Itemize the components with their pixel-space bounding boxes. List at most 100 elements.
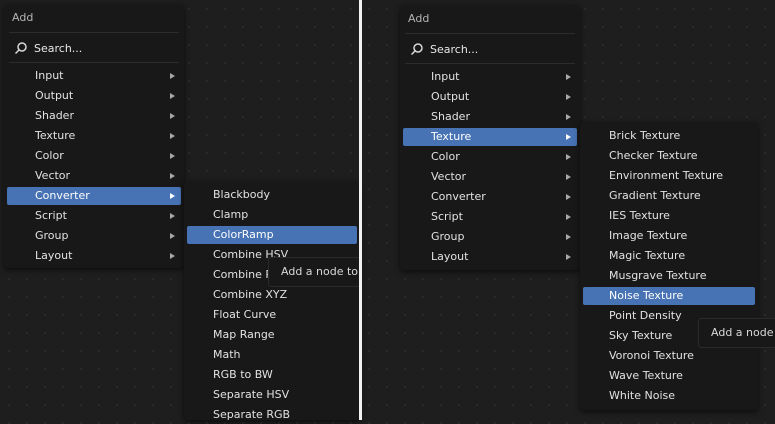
submenu-arrow-icon [566,234,571,240]
menu-item-label: Shader [35,109,74,122]
submenu-item-separate-hsv[interactable]: Separate HSV [187,386,357,404]
menu-item-output[interactable]: Output [403,88,577,106]
menu-item-input[interactable]: Input [7,67,181,85]
menu-item-label: Vector [431,170,467,183]
search-field[interactable]: Search... [14,38,179,58]
menu-item-input[interactable]: Input [403,68,577,86]
submenu-item-label: ColorRamp [213,228,274,241]
submenu-item-label: Image Texture [609,229,688,242]
left-converter-submenu: Blackbody Clamp ColorRamp Combine HSV Combin… [184,181,360,421]
submenu-arrow-icon [170,213,175,219]
menu-item-shader[interactable]: Shader [403,108,577,126]
submenu-item-musgrave-texture[interactable]: Musgrave Texture [583,267,755,285]
menu-item-label: Texture [431,130,472,143]
submenu-arrow-icon [566,214,571,220]
menu-item-vector[interactable]: Vector [403,168,577,186]
left-add-menu: Add Search... Input Output Shader Texture Co… [4,4,184,268]
submenu-arrow-icon [170,93,175,99]
menu-item-label: Output [35,89,74,102]
menu-item-texture[interactable]: Texture [7,127,181,145]
submenu-item-label: Blackbody [213,188,270,201]
submenu-item-label: Float Curve [213,308,277,321]
submenu-item-label: Separate RGB [213,408,291,421]
submenu-item-brick-texture[interactable]: Brick Texture [583,127,755,145]
submenu-arrow-icon [170,253,175,259]
menu-item-label: Vector [35,169,71,182]
submenu-item-colorramp[interactable]: ColorRamp [187,226,357,244]
menu-item-converter[interactable]: Converter [403,188,577,206]
submenu-item-ies-texture[interactable]: IES Texture [583,207,755,225]
menu-divider [9,32,179,33]
submenu-item-blackbody[interactable]: Blackbody [187,186,357,204]
submenu-item-gradient-texture[interactable]: Gradient Texture [583,187,755,205]
submenu-item-noise-texture[interactable]: Noise Texture [583,287,755,305]
submenu-item-voronoi-texture[interactable]: Voronoi Texture [583,347,755,365]
submenu-item-wave-texture[interactable]: Wave Texture [583,367,755,385]
right-texture-submenu: Brick Texture Checker Texture Environment … [580,122,758,410]
menu-item-texture[interactable]: Texture [403,128,577,146]
submenu-item-white-noise[interactable]: White Noise [583,387,755,405]
menu-divider [9,62,179,63]
menu-item-color[interactable]: Color [403,148,577,166]
submenu-arrow-icon [566,254,571,260]
menu-item-group[interactable]: Group [403,228,577,246]
submenu-arrow-icon [170,173,175,179]
submenu-arrow-icon [170,73,175,79]
submenu-arrow-icon [566,94,571,100]
submenu-item-label: White Noise [609,389,675,402]
submenu-item-checker-texture[interactable]: Checker Texture [583,147,755,165]
menu-item-script[interactable]: Script [7,207,181,225]
menu-item-label: Color [35,149,64,162]
menu-title: Add [12,11,34,24]
menu-item-script[interactable]: Script [403,208,577,226]
menu-item-shader[interactable]: Shader [7,107,181,125]
search-icon [14,42,27,55]
submenu-item-label: Combine XYZ [213,288,288,301]
submenu-arrow-icon [170,133,175,139]
menu-item-color[interactable]: Color [7,147,181,165]
submenu-item-label: Point Density [609,309,682,322]
submenu-item-clamp[interactable]: Clamp [187,206,357,224]
submenu-item-combine-xyz[interactable]: Combine XYZ [187,286,357,304]
submenu-item-label: Separate HSV [213,388,290,401]
menu-item-label: Group [431,230,465,243]
menu-item-label: Input [35,69,64,82]
submenu-item-rgb-to-bw[interactable]: RGB to BW [187,366,357,384]
submenu-item-label: Map Range [213,328,275,341]
menu-item-group[interactable]: Group [7,227,181,245]
menu-item-label: Layout [431,250,469,263]
submenu-item-magic-texture[interactable]: Magic Texture [583,247,755,265]
submenu-item-environment-texture[interactable]: Environment Texture [583,167,755,185]
menu-item-label: Input [431,70,460,83]
submenu-item-image-texture[interactable]: Image Texture [583,227,755,245]
submenu-item-separate-rgb[interactable]: Separate RGB [187,406,357,424]
submenu-item-label: Clamp [213,208,249,221]
submenu-item-label: Gradient Texture [609,189,701,202]
menu-divider [405,63,575,64]
submenu-item-label: Musgrave Texture [609,269,707,282]
submenu-item-math[interactable]: Math [187,346,357,364]
submenu-item-label: Checker Texture [609,149,698,162]
submenu-item-label: RGB to BW [213,368,273,381]
menu-item-label: Script [35,209,67,222]
menu-item-label: Color [431,150,460,163]
menu-item-layout[interactable]: Layout [7,247,181,265]
menu-item-label: Texture [35,129,76,142]
search-icon [410,43,423,56]
right-add-menu: Add Search... Input Output Shader Texture Co… [400,5,580,270]
submenu-item-map-range[interactable]: Map Range [187,326,357,344]
submenu-item-label: Noise Texture [609,289,684,302]
submenu-arrow-icon [170,233,175,239]
menu-divider [405,33,575,34]
menu-item-label: Output [431,90,470,103]
menu-item-output[interactable]: Output [7,87,181,105]
menu-item-vector[interactable]: Vector [7,167,181,185]
submenu-item-label: Magic Texture [609,249,686,262]
menu-item-converter[interactable]: Converter [7,187,181,205]
menu-item-label: Converter [35,189,90,202]
menu-item-layout[interactable]: Layout [403,248,577,266]
submenu-arrow-icon [566,174,571,180]
submenu-item-float-curve[interactable]: Float Curve [187,306,357,324]
search-field[interactable]: Search... [410,39,575,59]
submenu-item-label: Math [213,348,241,361]
